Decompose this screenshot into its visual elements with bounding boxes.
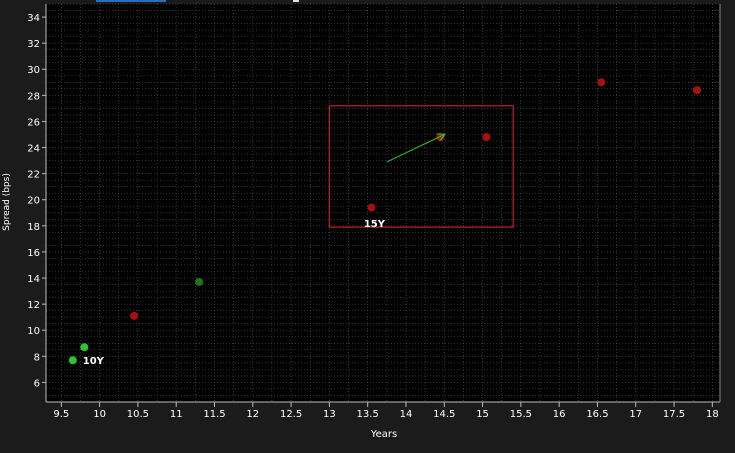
x-tick-label: 12.5: [280, 409, 302, 420]
x-tick-label: 13.5: [357, 409, 379, 420]
x-tick-label: 15: [476, 409, 489, 420]
top-marker: [293, 0, 299, 2]
y-tick-label: 20: [27, 196, 40, 207]
top-accent-bar: [96, 0, 166, 2]
y-tick-label: 10: [27, 326, 40, 337]
x-tick-label: 11.5: [203, 409, 225, 420]
y-tick-label: 18: [27, 222, 40, 233]
y-tick-label: 8: [34, 352, 40, 363]
x-tick-label: 10.5: [127, 409, 149, 420]
y-tick-label: 16: [27, 248, 40, 259]
y-tick-label: 26: [27, 117, 40, 128]
y-tick-label: 24: [27, 144, 40, 155]
x-tick-label: 16.5: [586, 409, 608, 420]
x-tick-label: 14.5: [433, 409, 455, 420]
x-axis-label: Years: [370, 429, 397, 440]
plot-area: [46, 4, 720, 402]
point-annotation-label: 10Y: [83, 356, 105, 367]
y-tick-label: 6: [34, 378, 40, 389]
x-tick-label: 11: [170, 409, 183, 420]
y-tick-label: 22: [27, 170, 40, 181]
y-tick-label: 34: [27, 13, 40, 24]
data-point: [482, 133, 491, 142]
y-tick-label: 14: [27, 274, 40, 285]
y-tick-label: 28: [27, 91, 40, 102]
x-tick-label: 14: [400, 409, 413, 420]
x-tick-label: 13: [323, 409, 336, 420]
x-tick-label: 17.5: [663, 409, 685, 420]
scatter-chart: 9.5 10 10.5 11 11.5 12 12.5 13 13.5 14 14.5 15 15.5 1…: [0, 0, 735, 449]
x-tick-label: 16: [553, 409, 566, 420]
chart-svg: 9.5 10 10.5 11 11.5 12 12.5 13 13.5 14 14.5 15 15.5 1…: [0, 0, 735, 449]
data-point: [693, 86, 702, 95]
data-point: [367, 203, 376, 212]
x-tick-label: 10: [93, 409, 106, 420]
y-tick-label: 12: [27, 300, 40, 311]
x-tick-label: 15.5: [510, 409, 532, 420]
point-annotation-label: 15Y: [364, 219, 386, 230]
data-point: [597, 78, 606, 87]
data-point: [80, 343, 89, 352]
y-axis-label: Spread (bps): [2, 173, 12, 231]
y-tick-label: 32: [27, 39, 40, 50]
data-point: [130, 311, 139, 320]
y-tick-label: 30: [27, 65, 40, 76]
x-tick-label: 12: [246, 409, 259, 420]
data-point: [68, 356, 77, 365]
x-tick-label: 18: [706, 409, 719, 420]
x-tick-label: 9.5: [53, 409, 69, 420]
x-tick-label: 17: [629, 409, 642, 420]
data-point: [195, 277, 204, 286]
